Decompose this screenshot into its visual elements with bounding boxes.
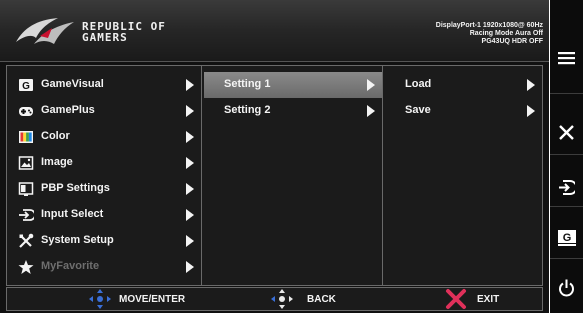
chevron-right-icon: [367, 79, 375, 91]
chevron-right-icon: [527, 105, 535, 117]
close-icon: [446, 289, 466, 309]
status-line-mode: Racing Mode Aura Off: [469, 30, 543, 37]
input-select-icon: [559, 180, 575, 195]
chevron-right-icon: [186, 261, 194, 273]
submenu-item-setting-2[interactable]: Setting 2: [204, 98, 382, 124]
sidebar-divider: [550, 93, 583, 94]
menu-item-image[interactable]: Image: [7, 150, 201, 176]
menu-label: PBP Settings: [41, 182, 110, 194]
svg-text:G: G: [22, 81, 30, 92]
exit-hint: EXIT: [445, 288, 525, 310]
pbp-icon: [18, 182, 34, 196]
brand-line-2: GAMERS: [82, 31, 128, 44]
submenu-label: Setting 1: [224, 78, 271, 90]
image-icon: [18, 156, 34, 170]
hotkey-sidebar: G: [550, 0, 583, 313]
back-hint: BACK: [271, 288, 361, 310]
menu-item-color[interactable]: Color: [7, 124, 201, 150]
menu-label: MyFavorite: [41, 260, 100, 272]
gamevisual-icon: G: [19, 79, 33, 92]
status-line-signal: DisplayPort-1 1920x1080@ 60Hz: [435, 22, 543, 29]
menu-panel: G GameVisual GamePlus Color Image PBP Se…: [6, 65, 543, 286]
menu-label: GamePlus: [41, 104, 95, 116]
power-icon: [559, 279, 574, 297]
menu-label: Image: [41, 156, 73, 168]
back-label: BACK: [307, 294, 336, 305]
joystick-icon: [89, 289, 111, 309]
chevron-right-icon: [527, 79, 535, 91]
exit-label: EXIT: [477, 294, 500, 305]
chevron-right-icon: [186, 235, 194, 247]
chevron-right-icon: [367, 105, 375, 117]
status-line-model: PG43UQ HDR OFF: [481, 38, 543, 45]
sidebar-gamevisual-button[interactable]: G: [550, 216, 583, 262]
menu-item-gameplus[interactable]: GamePlus: [7, 98, 201, 124]
option-save[interactable]: Save: [385, 98, 542, 124]
submenu: Setting 1 Setting 2: [204, 66, 383, 285]
option-label: Save: [405, 104, 431, 116]
options-menu: Load Save: [385, 66, 542, 285]
button-guide: MOVE/ENTER BACK EXIT: [6, 287, 543, 311]
gamevisual-shortcut-icon: G: [558, 230, 576, 246]
chevron-right-icon: [186, 105, 194, 117]
submenu-item-setting-1[interactable]: Setting 1: [204, 72, 382, 98]
option-load[interactable]: Load: [385, 72, 542, 98]
input-icon: [19, 209, 34, 221]
menu-label: Input Select: [41, 208, 104, 220]
chevron-right-icon: [186, 131, 194, 143]
tools-icon: [19, 233, 34, 248]
submenu-label: Setting 2: [224, 104, 271, 116]
color-icon: [19, 131, 33, 143]
chevron-right-icon: [186, 157, 194, 169]
menu-item-gamevisual[interactable]: G GameVisual: [7, 72, 201, 98]
option-label: Load: [405, 78, 432, 90]
chevron-right-icon: [186, 209, 194, 221]
sidebar-input-select-button[interactable]: [550, 165, 583, 211]
svg-text:G: G: [563, 232, 572, 244]
menu-icon: [558, 52, 575, 65]
status-info: DisplayPort-1 1920x1080@ 60Hz Racing Mod…: [436, 22, 543, 46]
sidebar-menu-button[interactable]: [550, 37, 583, 83]
sidebar-close-button[interactable]: [550, 110, 583, 156]
menu-label: GameVisual: [41, 78, 104, 90]
menu-item-myfavorite[interactable]: MyFavorite: [7, 254, 201, 280]
menu-item-input-select[interactable]: Input Select: [7, 202, 201, 228]
star-icon: [18, 260, 34, 274]
chevron-right-icon: [186, 183, 194, 195]
gamepad-icon: [19, 107, 33, 116]
menu-label: System Setup: [41, 234, 114, 246]
main-menu: G GameVisual GamePlus Color Image PBP Se…: [7, 66, 202, 285]
chevron-right-icon: [186, 79, 194, 91]
move-enter-hint: MOVE/ENTER: [89, 288, 229, 310]
osd-window: REPUBLIC OF GAMERS DisplayPort-1 1920x10…: [0, 0, 549, 313]
osd-header: REPUBLIC OF GAMERS DisplayPort-1 1920x10…: [0, 0, 549, 62]
rog-logo: [16, 18, 74, 44]
joystick-back-icon: [271, 289, 293, 309]
menu-item-system-setup[interactable]: System Setup: [7, 228, 201, 254]
menu-item-pbp-settings[interactable]: PBP Settings: [7, 176, 201, 202]
sidebar-power-button[interactable]: [550, 265, 583, 311]
move-enter-label: MOVE/ENTER: [119, 294, 186, 305]
brand-text: REPUBLIC OF GAMERS: [82, 21, 166, 43]
menu-label: Color: [41, 130, 70, 142]
close-icon: [559, 125, 574, 140]
